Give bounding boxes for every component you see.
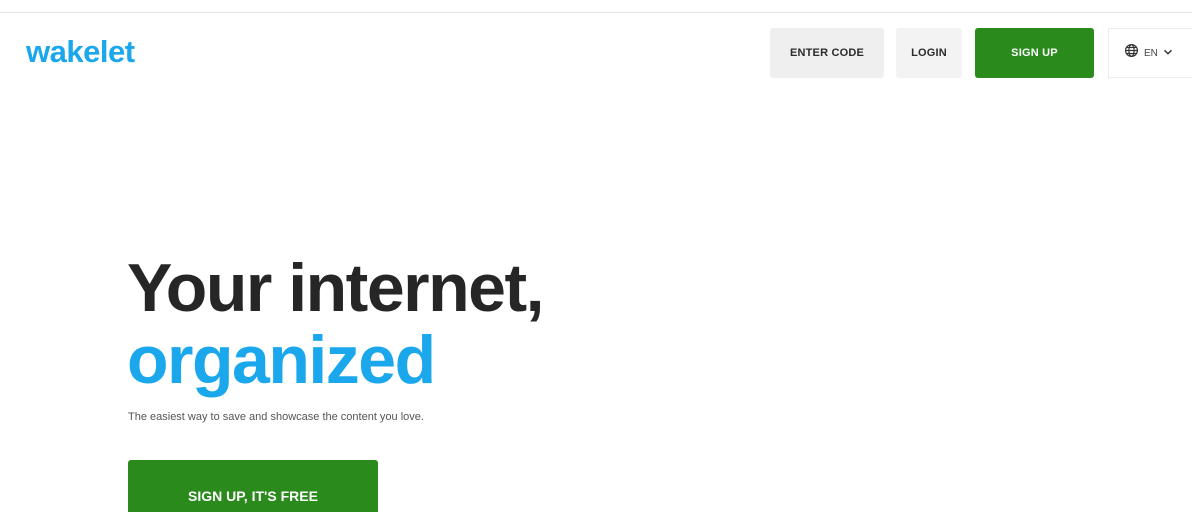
wakelet-logo[interactable]: wakelet [26, 32, 135, 72]
chevron-down-icon [1163, 44, 1173, 62]
signup-button[interactable]: SIGN UP [975, 28, 1094, 78]
login-button[interactable]: LOGIN [896, 28, 962, 78]
hero-headline: Your internet, [127, 250, 545, 326]
enter-code-button[interactable]: ENTER CODE [770, 28, 884, 78]
hero-headline-highlight: organized [127, 322, 436, 398]
globe-icon [1124, 43, 1139, 63]
language-code: EN [1144, 47, 1158, 59]
signup-free-button[interactable]: SIGN UP, IT'S FREE [128, 460, 378, 512]
page: wakelet ENTER CODE LOGIN SIGN UP EN Your… [0, 0, 1192, 512]
top-divider [0, 12, 1192, 13]
language-selector[interactable]: EN [1108, 28, 1192, 78]
hero-tagline: The easiest way to save and showcase the… [128, 411, 424, 423]
